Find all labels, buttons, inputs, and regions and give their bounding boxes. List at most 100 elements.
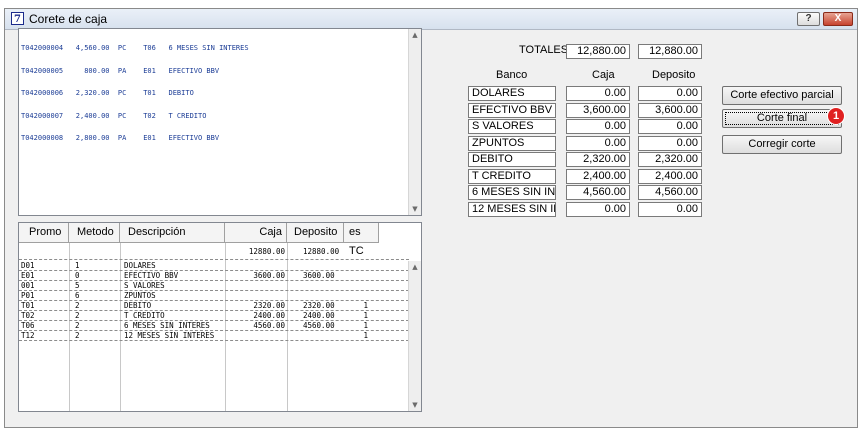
cell-descripcion: DOLARES	[124, 261, 156, 270]
scroll-down-icon[interactable]: ▼	[409, 203, 421, 215]
summary-caja-field[interactable]: 0.00	[566, 135, 630, 151]
summary-banco-field[interactable]: S VALORES	[468, 119, 556, 134]
scroll-up-icon[interactable]: ▲	[409, 29, 421, 41]
log-line: T042000004 4,560.00 PC T06 6 MESES SIN I…	[21, 44, 249, 52]
table-row[interactable]: P01 6 ZPUNTOS	[19, 291, 409, 301]
table-row[interactable]: D01 1 DOLARES	[19, 261, 409, 271]
table-row[interactable]: 001 5 S VALORES	[19, 281, 409, 291]
transaction-log[interactable]: T042000004 4,560.00 PC T06 6 MESES SIN I…	[18, 28, 422, 216]
cell-descripcion: EFECTIVO BBV	[124, 271, 179, 280]
cell-metodo: 5	[75, 281, 80, 290]
summary-banco-field[interactable]: DOLARES	[468, 86, 556, 101]
summary-banco-field[interactable]: T CREDITO	[468, 168, 556, 184]
cell-metodo: 2	[75, 321, 80, 330]
summary-banco-field[interactable]: ZPUNTOS	[468, 135, 556, 151]
cell-es-tc: 1	[363, 331, 368, 340]
column-header-descripcion[interactable]: Descripción	[120, 223, 225, 243]
table-row[interactable]: E01 0 EFECTIVO BBV 3600.00 3600.00	[19, 271, 409, 281]
cell-caja: 2400.00	[253, 311, 285, 320]
log-scrollbar[interactable]: ▲ ▼	[408, 29, 421, 215]
cell-promo: T12	[21, 331, 35, 340]
cell-promo: T06	[21, 321, 35, 330]
totales-deposito-field[interactable]: 12,880.00	[638, 44, 702, 59]
cell-promo: P01	[21, 291, 35, 300]
cell-metodo: 1	[75, 261, 80, 270]
corte-final-button[interactable]: Corte final	[722, 109, 842, 128]
cell-metodo: 2	[75, 301, 80, 310]
log-line: T042000006 2,320.00 PC T01 DEBITO	[21, 89, 194, 97]
summary-banco-field[interactable]: 6 MESES SIN INTERE	[468, 185, 556, 200]
summary-caja-field[interactable]: 2,320.00	[566, 152, 630, 167]
summary-caja-field[interactable]: 2,400.00	[566, 168, 630, 184]
column-label-caja: Caja	[592, 69, 615, 81]
cell-es-tc: 1	[363, 311, 368, 320]
summary-caja-field[interactable]: 0.00	[566, 86, 630, 101]
cell-metodo: 2	[75, 331, 80, 340]
summary-deposito-field[interactable]: 0.00	[638, 135, 702, 151]
cell-caja: 2320.00	[253, 301, 285, 310]
summary-banco-field[interactable]: DEBITO	[468, 152, 556, 167]
cell-caja: 3600.00	[253, 271, 285, 280]
summary-deposito-field[interactable]: 4,560.00	[638, 185, 702, 200]
column-header-metodo[interactable]: Metodo	[69, 223, 120, 243]
cell-descripcion: 6 MESES SIN INTERES	[124, 321, 210, 330]
total-deposito: 12880.00	[303, 247, 340, 256]
summary-banco-field[interactable]: 12 MESES SIN INTEF	[468, 201, 556, 217]
close-button[interactable]: X	[823, 12, 853, 26]
summary-banco-field[interactable]: EFECTIVO BBV	[468, 102, 556, 118]
log-line: T042000007 2,400.00 PC T02 T CREDITO	[21, 111, 207, 120]
column-header-es-tc[interactable]: es TC	[344, 223, 379, 257]
cell-descripcion: S VALORES	[124, 281, 165, 290]
cell-descripcion: 12 MESES SIN INTERES	[124, 331, 215, 340]
summary-deposito-field[interactable]: 0.00	[638, 201, 702, 217]
totals-row: 12880.00 12880.00	[19, 247, 421, 256]
column-label-deposito: Deposito	[652, 69, 696, 81]
cell-promo: E01	[21, 271, 35, 280]
summary-caja-field[interactable]: 3,600.00	[566, 102, 630, 118]
column-header-deposito[interactable]: Deposito	[287, 223, 344, 243]
help-button[interactable]: ?	[797, 12, 820, 26]
cell-metodo: 2	[75, 311, 80, 320]
row-divider	[19, 259, 409, 260]
table-row[interactable]: T02 2 T CREDITO 2400.00 2400.00 1	[19, 311, 409, 321]
scroll-up-icon[interactable]: ▲	[409, 261, 421, 273]
cell-descripcion: DEBITO	[124, 301, 152, 310]
summary-caja-field[interactable]: 0.00	[566, 201, 630, 217]
column-header-promo[interactable]: Promo	[19, 223, 69, 243]
totales-caja-field[interactable]: 12,880.00	[566, 44, 630, 59]
cell-promo: T02	[21, 311, 35, 320]
column-label-banco: Banco	[496, 69, 528, 81]
row-divider	[19, 340, 409, 341]
total-caja: 12880.00	[248, 247, 285, 256]
payment-grid[interactable]: Promo Metodo Descripción Caja Deposito e…	[18, 222, 422, 412]
cell-deposito: 3600.00	[303, 271, 335, 280]
cell-promo: T01	[21, 301, 35, 310]
cell-promo: 001	[21, 281, 35, 290]
summary-deposito-field[interactable]: 2,400.00	[638, 168, 702, 184]
step-badge: 1	[828, 108, 844, 124]
scroll-down-icon[interactable]: ▼	[409, 399, 421, 411]
summary-deposito-field[interactable]: 2,320.00	[638, 152, 702, 167]
corregir-corte-button[interactable]: Corregir corte	[722, 135, 842, 154]
cell-metodo: 0	[75, 271, 80, 280]
cell-metodo: 6	[75, 291, 80, 300]
summary-caja-field[interactable]: 4,560.00	[566, 185, 630, 200]
column-header-caja[interactable]: Caja	[225, 223, 287, 243]
log-line: T042000005 800.00 PA E01 EFECTIVO BBV	[21, 66, 220, 75]
table-row[interactable]: T06 2 6 MESES SIN INTERES 4560.00 4560.00 1	[19, 321, 409, 331]
summary-caja-field[interactable]: 0.00	[566, 119, 630, 134]
totales-label: TOTALES	[519, 44, 569, 56]
summary-deposito-field[interactable]: 0.00	[638, 119, 702, 134]
log-lines: T042000004 4,560.00 PC T06 6 MESES SIN I…	[21, 30, 407, 158]
table-row[interactable]: T12 2 12 MESES SIN INTERES 1	[19, 331, 409, 341]
app-icon: 7	[11, 12, 24, 25]
summary-deposito-field[interactable]: 3,600.00	[638, 102, 702, 118]
table-row[interactable]: T01 2 DEBITO 2320.00 2320.00 1	[19, 301, 409, 311]
cell-caja: 4560.00	[253, 321, 285, 330]
cell-descripcion: T CREDITO	[124, 311, 165, 320]
cell-promo: D01	[21, 261, 35, 270]
title-bar: 7 Corete de caja ? X	[5, 9, 857, 30]
grid-scrollbar[interactable]: ▲ ▼	[408, 261, 421, 411]
summary-deposito-field[interactable]: 0.00	[638, 86, 702, 101]
corte-efectivo-parcial-button[interactable]: Corte efectivo parcial	[722, 86, 842, 105]
